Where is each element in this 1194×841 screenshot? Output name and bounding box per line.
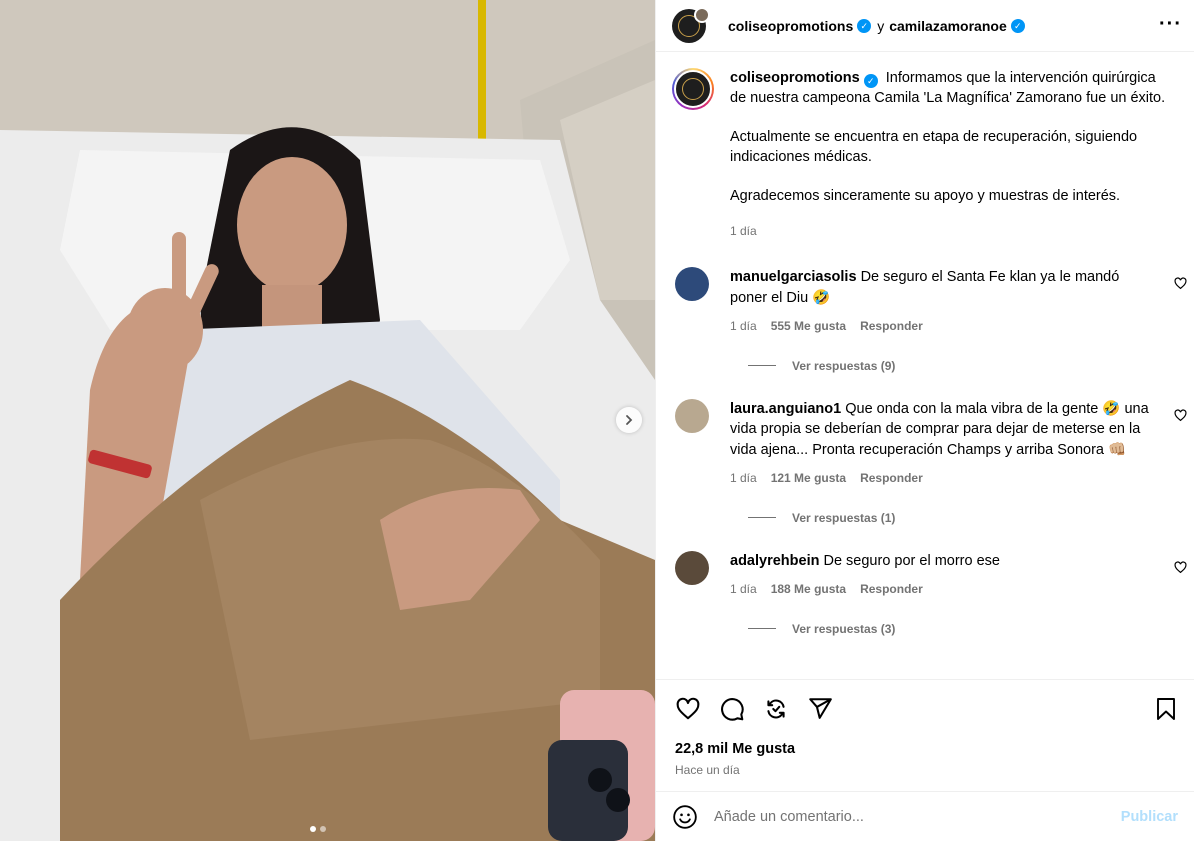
comment-button[interactable]	[712, 689, 752, 729]
caption-author-avatar[interactable]	[672, 68, 714, 110]
collaborator-username[interactable]: camilazamoranoe	[889, 18, 1007, 34]
share-button[interactable]	[800, 689, 840, 729]
author-avatar[interactable]	[672, 6, 710, 43]
post-photo	[0, 0, 655, 841]
caption-paragraph: coliseopromotions ✓ Informamos que la int…	[730, 68, 1170, 108]
comment-time[interactable]: 1 día	[730, 579, 757, 600]
commenter-username[interactable]: laura.anguiano1	[730, 401, 841, 417]
caption-author-username[interactable]: coliseopromotions	[730, 70, 860, 86]
comment-body: adalyrehbein De seguro por el morro ese …	[730, 551, 1150, 600]
more-options-button[interactable]: ···	[1159, 14, 1182, 34]
publish-button[interactable]: Publicar	[1121, 809, 1178, 825]
repost-icon	[767, 699, 785, 718]
comment-icon	[721, 697, 744, 721]
comment-like-heart-icon[interactable]	[1174, 408, 1187, 422]
view-replies-label: Ver respuestas (1)	[792, 510, 896, 525]
commenter-username[interactable]: manuelgarciasolis	[730, 269, 857, 285]
comment-meta: 1 día 121 Me gusta Responder	[730, 468, 1150, 489]
like-button[interactable]	[668, 689, 708, 729]
save-button[interactable]	[1146, 689, 1186, 729]
verified-badge-icon: ✓	[1010, 18, 1025, 33]
commenter-username[interactable]: adalyrehbein	[730, 553, 819, 569]
reply-button[interactable]: Responder	[860, 468, 923, 489]
comment-meta: 1 día 188 Me gusta Responder	[730, 579, 1150, 600]
view-replies-label: Ver respuestas (3)	[792, 621, 896, 636]
caption-paragraph: Agradecemos sinceramente su apoyo y mues…	[730, 188, 1121, 204]
post-caption: coliseopromotions ✓ Informamos que la int…	[672, 68, 1194, 241]
view-replies-button[interactable]: Ver respuestas (3)	[748, 622, 1194, 636]
add-comment-form: Publicar	[656, 791, 1194, 841]
emoji-button[interactable]	[672, 804, 698, 830]
comment-body: laura.anguiano1 Que onda con la mala vib…	[730, 399, 1150, 489]
comment-text: De seguro por el morro ese	[823, 552, 1000, 569]
comments-scroll-area[interactable]: coliseopromotions ✓ Informamos que la int…	[656, 52, 1194, 679]
author-names: coliseopromotions ✓ y camilazamoranoe ✓	[728, 18, 1029, 34]
comment-like-heart-icon[interactable]	[1174, 277, 1187, 290]
comment-item: manuelgarciasolis De seguro el Santa Fe …	[672, 267, 1194, 337]
collaborator-avatar[interactable]	[694, 6, 710, 23]
more-horizontal-icon: ···	[1159, 13, 1182, 35]
reply-button[interactable]: Responder	[860, 316, 923, 337]
post-likes-count[interactable]: 22,8 mil Me gusta	[656, 737, 1194, 757]
commenter-avatar[interactable]	[675, 550, 709, 585]
carousel-next-button[interactable]	[616, 407, 642, 433]
heart-icon	[676, 697, 700, 719]
chevron-right-icon	[626, 415, 633, 425]
share-icon	[809, 697, 832, 719]
comment-likes[interactable]: 188 Me gusta	[771, 579, 846, 600]
post-dialog: coliseopromotions ✓ y camilazamoranoe ✓ …	[0, 0, 1194, 841]
bookmark-icon	[1157, 697, 1175, 720]
caption-paragraph: Actualmente se encuentra en etapa de rec…	[730, 129, 1138, 165]
carousel-indicator	[310, 826, 326, 832]
post-details-panel: coliseopromotions ✓ y camilazamoranoe ✓ …	[655, 0, 1194, 841]
post-media[interactable]	[0, 0, 655, 841]
conjunction-text: y	[877, 17, 885, 34]
emoji-icon	[673, 804, 697, 829]
caption-timestamp[interactable]: 1 día	[730, 221, 1170, 241]
comment-likes[interactable]: 555 Me gusta	[771, 316, 846, 337]
carousel-dot-active	[310, 826, 316, 832]
comment-input[interactable]	[714, 808, 1121, 825]
comment-item: adalyrehbein De seguro por el morro ese …	[672, 550, 1194, 600]
view-replies-button[interactable]: Ver respuestas (1)	[748, 511, 1194, 525]
comment-time[interactable]: 1 día	[730, 316, 757, 337]
comment-like-heart-icon[interactable]	[1174, 560, 1187, 574]
post-actions-bar	[656, 679, 1194, 737]
view-replies-label: Ver respuestas (9)	[792, 358, 896, 373]
caption-body: coliseopromotions ✓ Informamos que la int…	[730, 68, 1170, 241]
post-timestamp[interactable]: Hace un día	[656, 757, 1194, 791]
repost-button[interactable]	[756, 689, 796, 729]
comment-body: manuelgarciasolis De seguro el Santa Fe …	[730, 267, 1150, 337]
commenter-avatar[interactable]	[675, 267, 709, 301]
verified-badge-icon: ✓	[857, 18, 872, 33]
carousel-dot	[320, 826, 326, 832]
reply-button[interactable]: Responder	[860, 579, 923, 600]
author-username[interactable]: coliseopromotions	[728, 18, 853, 34]
comment-time[interactable]: 1 día	[730, 468, 757, 489]
comment-likes[interactable]: 121 Me gusta	[771, 468, 846, 489]
view-replies-button[interactable]: Ver respuestas (9)	[748, 359, 1194, 373]
comment-item: laura.anguiano1 Que onda con la mala vib…	[672, 398, 1194, 489]
comment-meta: 1 día 555 Me gusta Responder	[730, 316, 1150, 337]
post-header: coliseopromotions ✓ y camilazamoranoe ✓ …	[656, 0, 1194, 52]
commenter-avatar[interactable]	[675, 398, 709, 433]
verified-badge-icon: ✓	[863, 74, 878, 88]
